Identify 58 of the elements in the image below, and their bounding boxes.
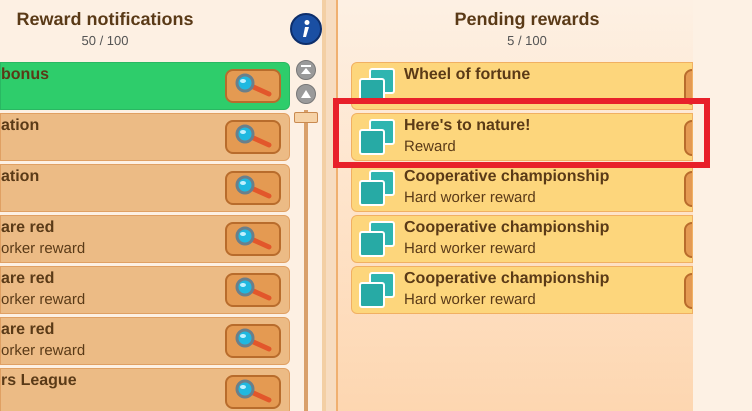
notification-row[interactable]: bonus	[0, 62, 290, 110]
magnifier-icon	[233, 175, 273, 201]
scroll-up-button[interactable]	[296, 84, 316, 104]
panel-title: Pending rewards	[454, 8, 600, 32]
row-subtitle: orker reward	[1, 239, 86, 259]
view-button[interactable]	[225, 120, 281, 154]
reward-row[interactable]: Cooperative championship Hard worker reward	[351, 215, 693, 263]
notification-row[interactable]: ation	[0, 113, 290, 161]
notification-row[interactable]: are red orker reward	[0, 317, 290, 365]
notification-row[interactable]: are red orker reward	[0, 266, 290, 314]
cards-icon	[358, 169, 396, 207]
notification-row[interactable]: ation	[0, 164, 290, 212]
magnifier-icon	[233, 73, 273, 99]
view-button[interactable]	[225, 171, 281, 205]
panel-count: 5 / 100	[507, 32, 547, 50]
row-subtitle: orker reward	[1, 290, 86, 310]
magnifier-icon	[233, 277, 273, 303]
scrollbar-thumb[interactable]	[294, 112, 318, 123]
view-button[interactable]	[225, 222, 281, 256]
row-title: Wheel of fortune	[404, 65, 530, 85]
row-subtitle: Reward	[404, 137, 457, 157]
magnifier-icon	[233, 379, 273, 405]
row-title: Cooperative championship	[404, 269, 610, 289]
arrow-up-icon	[301, 90, 311, 98]
info-icon	[302, 20, 310, 38]
cards-icon	[358, 220, 396, 258]
double-arrow-up-icon	[301, 65, 311, 75]
notification-row[interactable]: are red orker reward	[0, 215, 290, 263]
view-button[interactable]	[225, 273, 281, 307]
view-button[interactable]	[225, 324, 281, 358]
row-subtitle: orker reward	[1, 341, 86, 361]
cards-icon	[358, 271, 396, 309]
row-subtitle: Hard worker reward	[404, 188, 537, 208]
row-title: rs League	[1, 371, 77, 391]
magnifier-icon	[233, 328, 273, 354]
view-button[interactable]	[225, 375, 281, 409]
row-title: Cooperative championship	[404, 167, 610, 187]
row-title: bonus	[1, 65, 49, 85]
reward-row[interactable]: Cooperative championship Hard worker reward	[351, 266, 693, 314]
notification-row[interactable]: rs League	[0, 368, 290, 411]
row-title: Cooperative championship	[404, 218, 610, 238]
row-subtitle: Hard worker reward	[404, 290, 537, 310]
magnifier-icon	[233, 226, 273, 252]
panel-count: 50 / 100	[82, 32, 130, 50]
row-title: ation	[1, 116, 40, 136]
row-subtitle: Hard worker reward	[404, 239, 537, 259]
magnifier-icon	[233, 124, 273, 150]
row-title: are red	[1, 269, 56, 289]
reward-row[interactable]: Here's to nature! Reward	[351, 113, 693, 161]
scroll-top-button[interactable]	[296, 60, 316, 80]
row-title: are red	[1, 320, 56, 340]
cards-icon	[358, 118, 396, 156]
row-title: ation	[1, 167, 40, 187]
panel-title: Reward notifications	[16, 8, 195, 32]
row-title: Here's to nature!	[404, 116, 530, 136]
row-title: are red	[1, 218, 56, 238]
view-button[interactable]	[225, 69, 281, 103]
info-button[interactable]	[290, 13, 322, 45]
